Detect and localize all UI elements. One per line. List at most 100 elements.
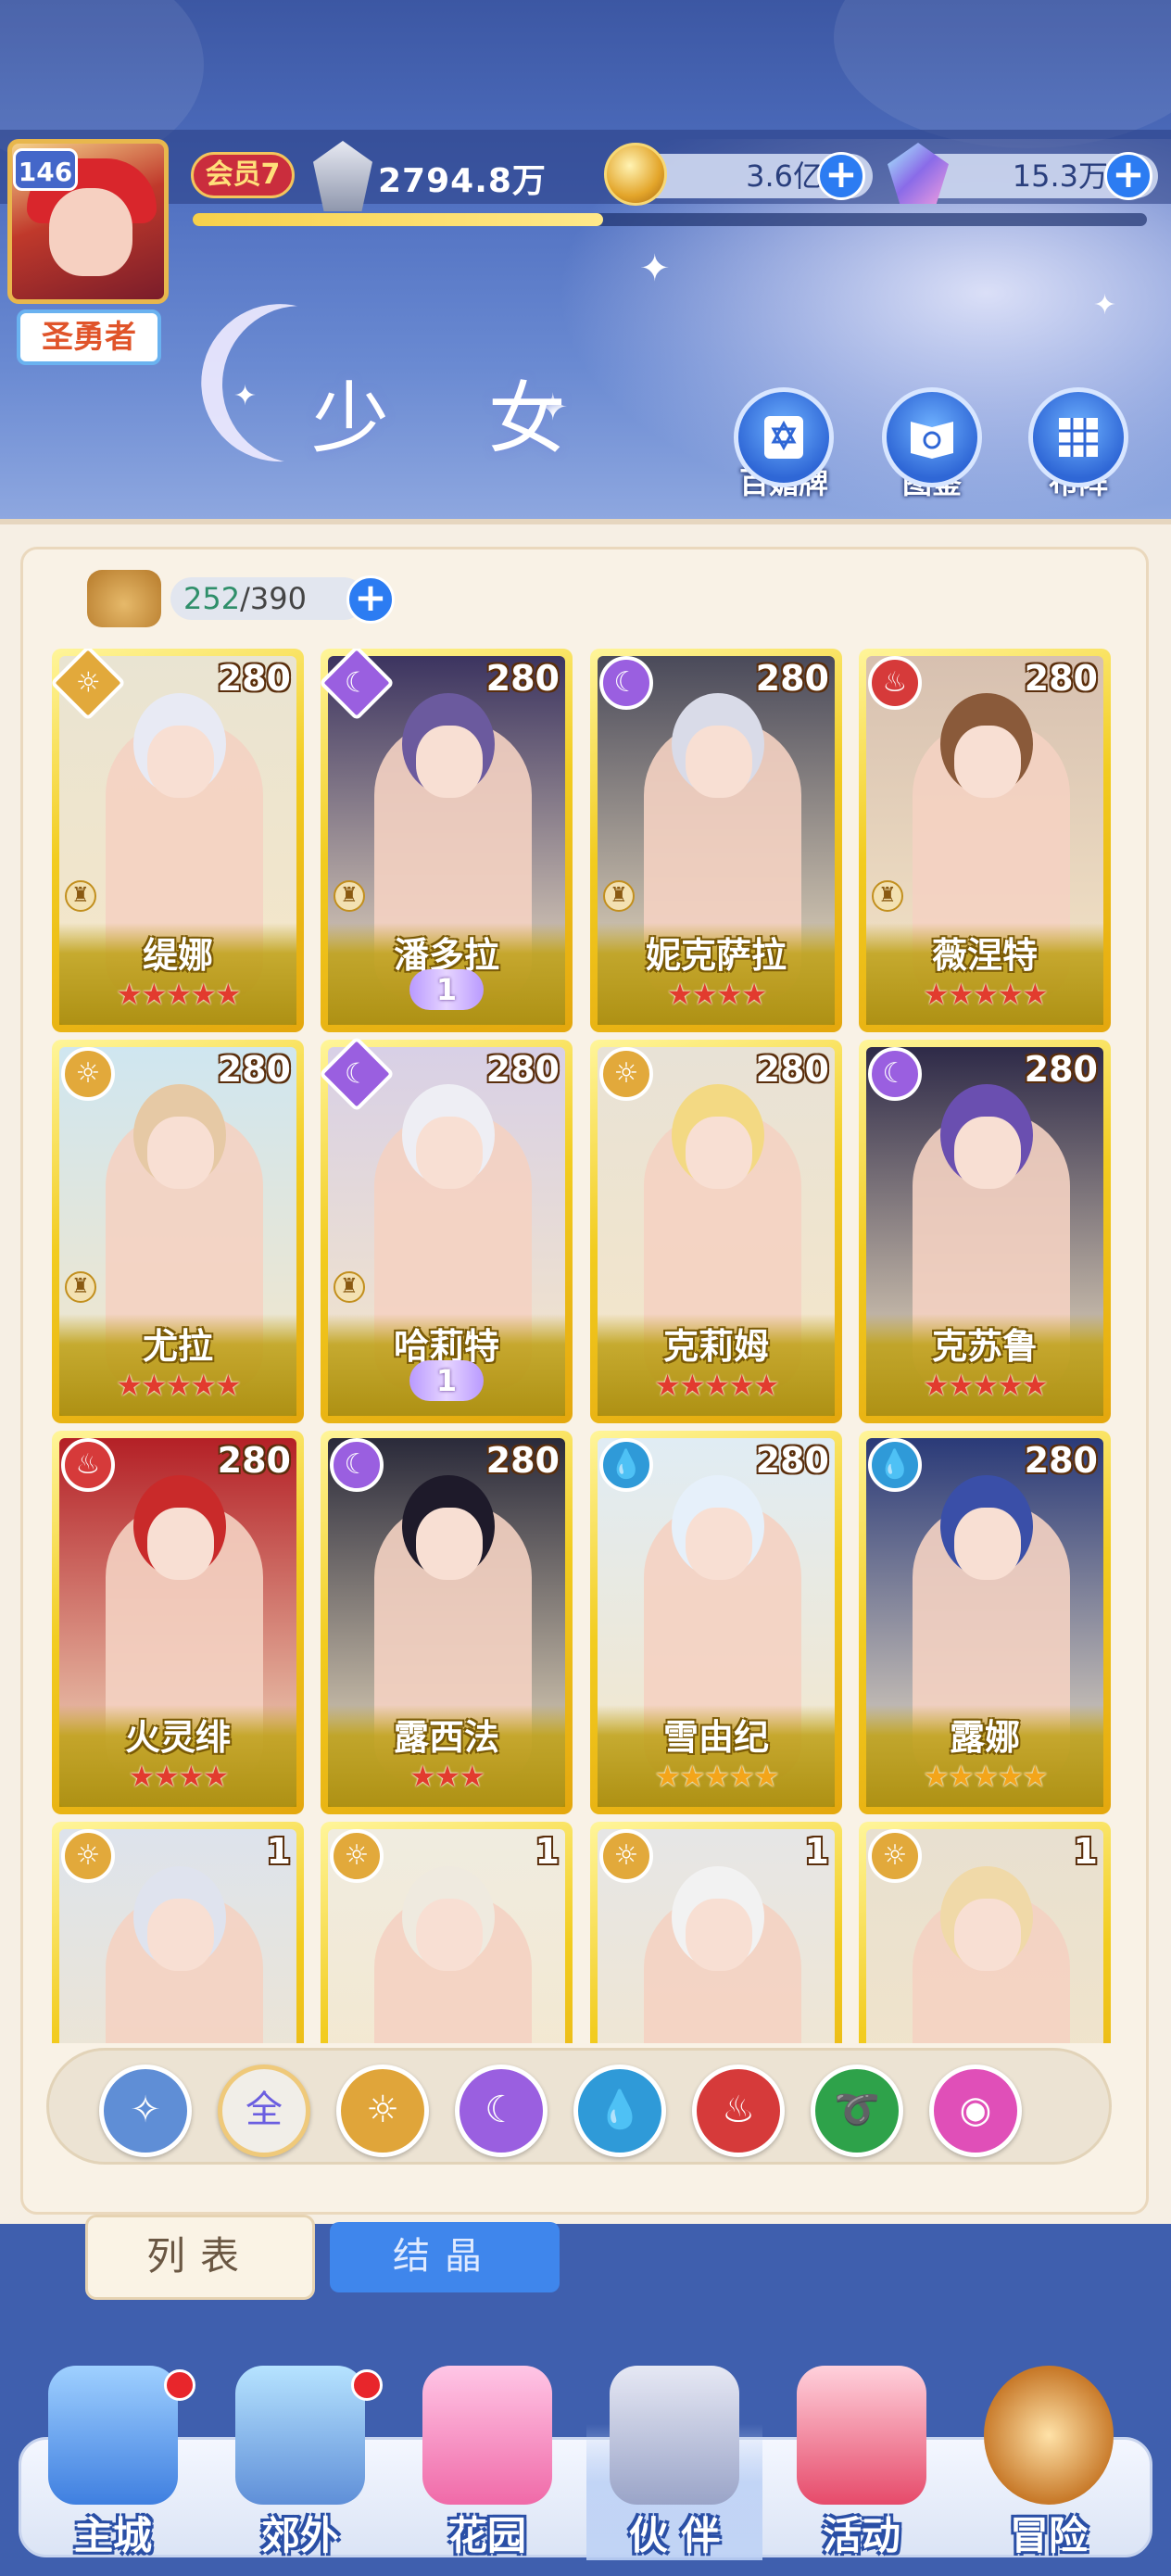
star-icon: ★: [740, 977, 768, 1012]
moon-element-icon: ☾: [868, 1047, 922, 1101]
star-icon: ★: [997, 977, 1024, 1012]
filter-moon-button[interactable]: ☾: [455, 2065, 548, 2157]
star-icon: ★: [972, 977, 1000, 1012]
nav-main-city-button[interactable]: 主城: [25, 2366, 201, 2560]
star-icon: ★: [1022, 977, 1049, 1012]
character-level: 280: [217, 1049, 291, 1090]
bottom-nav: 主城 郊外 花园 伙 伴 活动 冒险: [19, 2366, 1152, 2560]
tab-crystal[interactable]: 结晶: [330, 2222, 560, 2292]
star-rating: ★★★★★: [590, 1368, 842, 1403]
star-icon: ★: [165, 1368, 193, 1403]
star-icon: ★: [116, 977, 143, 1012]
character-card[interactable]: ☾ 280 克苏鲁 ★★★★★: [859, 1040, 1111, 1423]
character-card[interactable]: ☼ 280 克莉姆 ★★★★★: [590, 1040, 842, 1423]
star-rating: ★★★★★: [52, 977, 304, 1012]
character-level: 1: [804, 1831, 829, 1872]
character-name: 火灵绯: [124, 1717, 231, 1758]
character-name: 薇涅特: [931, 935, 1038, 976]
filter-flame-button[interactable]: ♨: [692, 2065, 785, 2157]
nav-garden-button[interactable]: 花园: [399, 2366, 575, 2560]
formation-button[interactable]: 布阵: [1023, 387, 1134, 500]
light-element-icon: ☼: [61, 1047, 115, 1101]
character-level: 280: [485, 658, 560, 699]
water-element-icon: 💧: [599, 1438, 653, 1492]
moon-element-icon: ☾: [330, 1438, 384, 1492]
character-card[interactable]: ☼ 1: [52, 1822, 304, 2043]
flame-icon: ♨: [722, 2089, 755, 2131]
nav-events-button[interactable]: 活动: [774, 2366, 950, 2560]
filter-water-drop-button[interactable]: 💧: [573, 2065, 666, 2157]
star-icon: ★: [753, 1759, 780, 1794]
vip-badge[interactable]: 会员7: [191, 152, 295, 198]
character-card[interactable]: 💧 280 雪由纪 ★★★★★: [590, 1431, 842, 1814]
character-card[interactable]: ☾ 280 ♜ 哈莉特 1: [318, 1035, 573, 1423]
character-level: 280: [485, 1049, 560, 1090]
character-card[interactable]: ♨ 280 ♜ 薇涅特 ★★★★★: [859, 649, 1111, 1032]
star-rating: ★★★★★: [859, 1368, 1111, 1403]
rook-icon: ♜: [334, 1271, 365, 1303]
nav-outskirts-button[interactable]: 郊外: [212, 2366, 388, 2560]
sun-icon: ☼: [366, 2089, 399, 2131]
grid-formation-icon: [1028, 387, 1128, 487]
rook-icon: ♜: [65, 880, 96, 912]
character-card[interactable]: 💧 280 露娜 ★★★★★: [859, 1431, 1111, 1814]
add-gems-button[interactable]: +: [1104, 152, 1152, 200]
orbit-icon: ◉: [959, 2089, 992, 2131]
main-city-icon: [48, 2366, 178, 2505]
card-badge-button[interactable]: 百媚牌: [728, 387, 839, 500]
filter-sun-button[interactable]: ☼: [336, 2065, 429, 2157]
character-card[interactable]: ☼ 1: [590, 1822, 842, 2043]
star-icon: ★: [753, 1368, 780, 1403]
bag-icon: [87, 570, 161, 627]
nav-label: 伙 伴: [628, 2513, 721, 2558]
character-card[interactable]: ☾ 280 露西法 ★★★: [321, 1431, 573, 1814]
player-title-badge[interactable]: 圣勇者: [17, 309, 161, 365]
notification-dot: [351, 2369, 383, 2401]
character-card[interactable]: ☾ 280 ♜ 潘多拉 1: [318, 649, 573, 1032]
events-icon: [797, 2366, 926, 2505]
star-icon: ★: [703, 1759, 731, 1794]
star-icon: ★: [459, 1759, 485, 1794]
star-icon: ★: [434, 1759, 461, 1794]
character-level: 280: [755, 1440, 829, 1481]
codex-button[interactable]: 图鉴: [876, 387, 988, 500]
star-rating: ★★★: [321, 1759, 573, 1794]
star-rating: ★★★★: [52, 1759, 304, 1794]
expand-capacity-button[interactable]: +: [346, 575, 395, 624]
partners-icon: [610, 2366, 739, 2505]
star-icon: ★: [923, 977, 950, 1012]
add-gold-button[interactable]: +: [817, 152, 865, 200]
star-icon: ★: [140, 1368, 168, 1403]
character-level: 1: [1073, 1831, 1098, 1872]
filter-all-button[interactable]: 全: [218, 2065, 310, 2157]
character-card[interactable]: ☼ 280 ♜ 尤拉 ★★★★★: [52, 1040, 304, 1423]
whirlwind-icon: ➰: [834, 2089, 880, 2131]
tab-list[interactable]: 列表: [85, 2215, 315, 2300]
nav-label: 冒险: [1009, 2513, 1088, 2558]
sparkle-icon: ✦: [233, 380, 258, 412]
character-level: 1: [535, 1831, 560, 1872]
water-drop-icon: 💧: [597, 2089, 643, 2131]
star-icon: ★: [923, 1759, 950, 1794]
filter-wing-button[interactable]: ✧: [99, 2065, 192, 2157]
character-card[interactable]: ♨ 280 火灵绯 ★★★★: [52, 1431, 304, 1814]
filter-whirlwind-button[interactable]: ➰: [811, 2065, 903, 2157]
star-icon: ★: [997, 1759, 1024, 1794]
header-deco: [834, 0, 1171, 148]
star-icon: ★: [190, 977, 217, 1012]
star-rating: ★★★★★: [52, 1368, 304, 1403]
capacity-used: 252: [183, 581, 241, 616]
character-card[interactable]: ☼ 280 ♜ 缇娜 ★★★★★: [52, 649, 304, 1032]
nav-partners-button[interactable]: 伙 伴: [586, 2366, 762, 2560]
character-card[interactable]: ☼ 1: [859, 1822, 1111, 2043]
fire-element-icon: ♨: [868, 656, 922, 710]
star-icon: ★: [215, 1368, 242, 1403]
character-level: 280: [217, 1440, 291, 1481]
character-level: 1: [266, 1831, 291, 1872]
filter-orbit-button[interactable]: ◉: [929, 2065, 1022, 2157]
character-card[interactable]: ☼ 1: [321, 1822, 573, 2043]
character-card[interactable]: ☾ 280 ♜ 妮克萨拉 ★★★★: [590, 649, 842, 1032]
star-icon: ★: [409, 1759, 436, 1794]
nav-adventure-button[interactable]: 冒险: [961, 2366, 1137, 2560]
star-icon: ★: [202, 1759, 230, 1794]
